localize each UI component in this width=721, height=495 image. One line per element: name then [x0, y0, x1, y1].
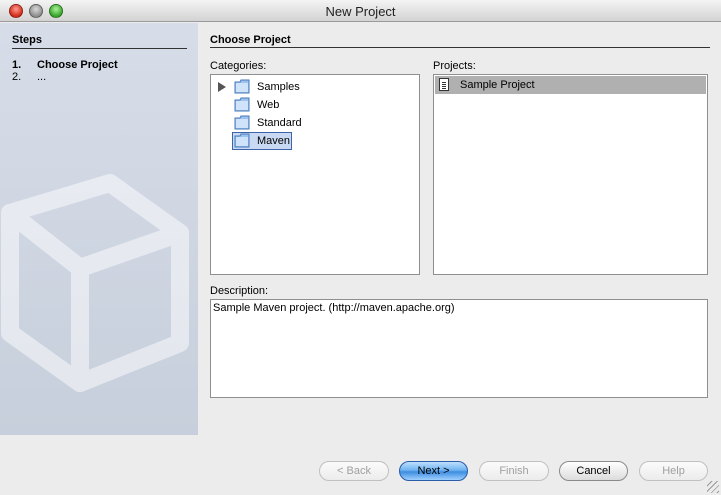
- next-button[interactable]: Next >: [399, 461, 468, 481]
- category-item-web[interactable]: Web: [211, 96, 419, 114]
- steps-divider: [12, 48, 187, 49]
- description-label: Description:: [210, 285, 269, 297]
- folder-icon: [234, 97, 250, 112]
- step-number: 2.: [12, 71, 22, 83]
- finish-button[interactable]: Finish: [479, 461, 549, 481]
- projects-list[interactable]: Sample Project: [433, 74, 708, 275]
- resize-grip-icon[interactable]: [707, 481, 719, 493]
- category-item-samples[interactable]: Samples: [211, 78, 419, 96]
- title-divider: [210, 47, 710, 48]
- categories-label: Categories:: [210, 60, 267, 72]
- project-file-icon: [439, 78, 449, 91]
- category-item-standard[interactable]: Standard: [211, 114, 419, 132]
- projects-label: Projects:: [433, 60, 476, 72]
- title-bar[interactable]: New Project: [0, 0, 721, 22]
- description-area[interactable]: Sample Maven project. (http://maven.apac…: [210, 299, 708, 398]
- back-button[interactable]: < Back: [319, 461, 389, 481]
- category-label: Standard: [257, 117, 302, 129]
- cancel-button[interactable]: Cancel: [559, 461, 628, 481]
- steps-panel: Steps 1. Choose Project 2....: [0, 23, 198, 435]
- window-title: New Project: [325, 4, 396, 19]
- folder-icon: [234, 133, 250, 148]
- steps-heading: Steps: [12, 34, 42, 46]
- project-label: Sample Project: [460, 79, 535, 91]
- category-label: Web: [257, 99, 280, 111]
- project-item-sample-project[interactable]: Sample Project: [435, 76, 706, 94]
- folder-icon: [234, 79, 250, 94]
- folder-icon: [234, 115, 250, 130]
- triangle-right-icon[interactable]: [218, 82, 226, 92]
- step-label: ...: [37, 71, 47, 83]
- step-2: 2....: [12, 71, 46, 83]
- page-title: Choose Project: [210, 34, 291, 46]
- new-project-window: New Project Steps 1. Choose Project 2....…: [0, 0, 721, 495]
- description-text: Sample Maven project. (http://maven.apac…: [213, 302, 455, 314]
- step-number: 1.: [12, 59, 22, 71]
- step-1: 1. Choose Project: [12, 59, 118, 71]
- category-label: Maven: [257, 135, 291, 147]
- categories-tree[interactable]: Samples Web Standard Maven: [210, 74, 420, 275]
- cube-watermark-icon: [1, 174, 189, 392]
- help-button[interactable]: Help: [639, 461, 708, 481]
- category-item-maven[interactable]: Maven: [211, 132, 419, 150]
- step-label: Choose Project: [37, 59, 118, 71]
- category-label: Samples: [257, 81, 300, 93]
